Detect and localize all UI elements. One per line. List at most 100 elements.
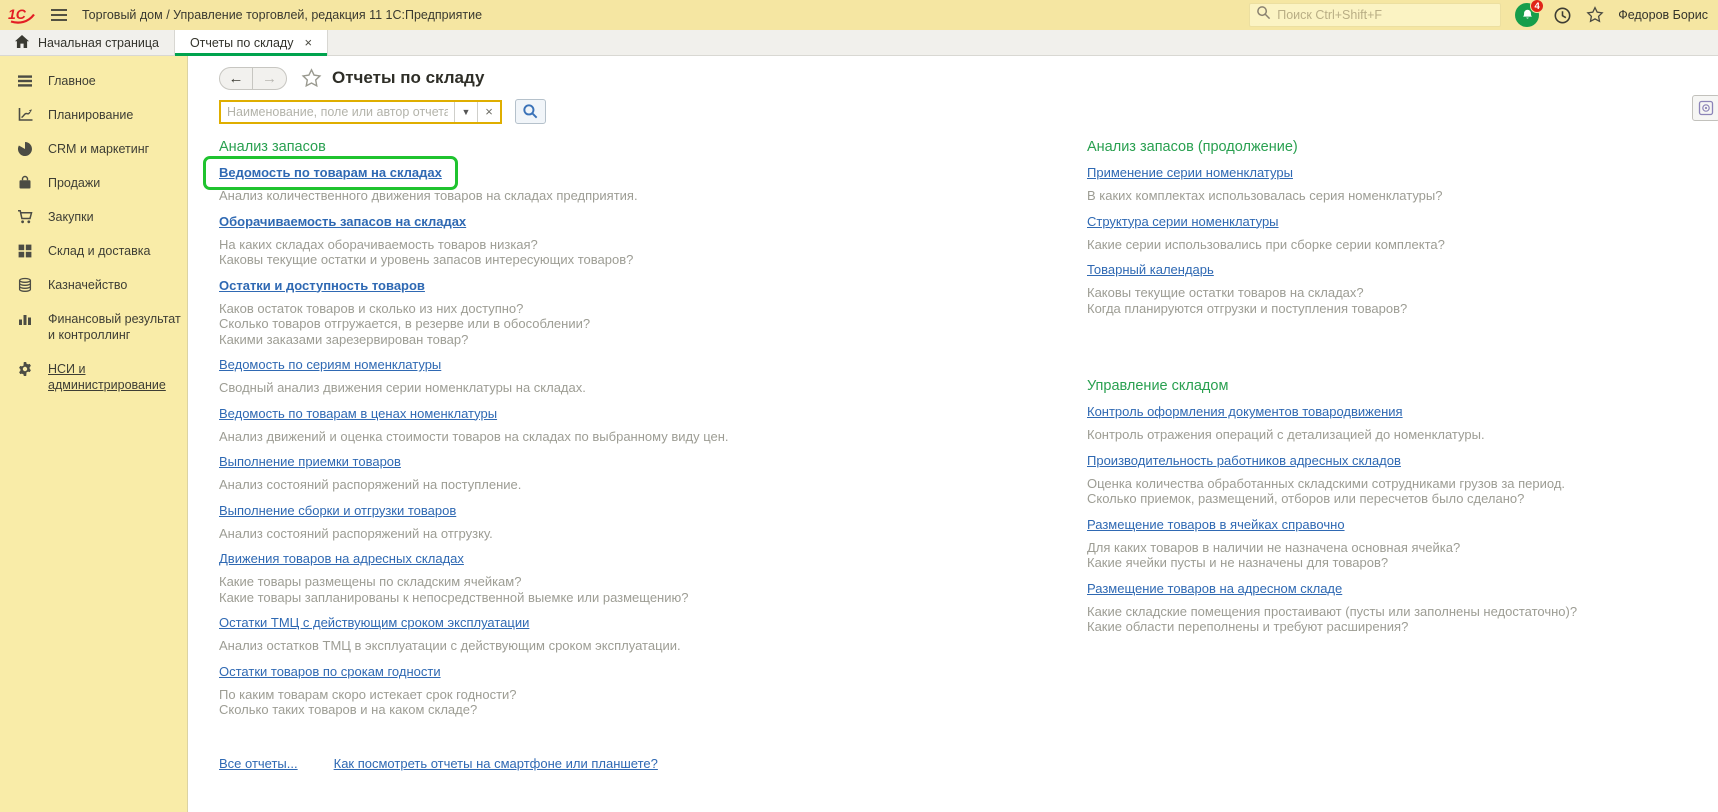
report-link[interactable]: Оборачиваемость запасов на складах: [219, 214, 466, 229]
sidebar-item-label: Финансовый результат и контроллинг: [48, 311, 181, 343]
report-link[interactable]: Товарный календарь: [1087, 262, 1214, 277]
run-search-button[interactable]: [515, 99, 546, 124]
report-settings-icon[interactable]: [1692, 95, 1718, 121]
report-description: Для каких товаров в наличии не назначена…: [1087, 540, 1718, 571]
filter-clear-icon[interactable]: ×: [477, 102, 500, 122]
filter-dropdown-icon[interactable]: ▼: [454, 102, 477, 122]
report-item: Выполнение сборки и отгрузки товаров Ана…: [219, 502, 1087, 542]
sidebar-item[interactable]: CRM и маркетинг: [0, 132, 187, 166]
home-icon: [15, 35, 29, 51]
report-link[interactable]: Структура серии номенклатуры: [1087, 214, 1279, 229]
report-description: Анализ состояний распоряжений на поступл…: [219, 477, 1087, 493]
report-item: Ведомость по товарам на складах Анализ к…: [219, 164, 1087, 204]
bag-icon: [17, 175, 33, 191]
history-icon[interactable]: [1553, 6, 1572, 25]
report-settings-corner-button[interactable]: Н: [1692, 95, 1718, 121]
sidebar-item[interactable]: Продажи: [0, 166, 187, 200]
add-to-favorites-star-icon[interactable]: [301, 68, 322, 89]
sidebar-item[interactable]: Планирование: [0, 98, 187, 132]
report-link[interactable]: Остатки ТМЦ с действующим сроком эксплуа…: [219, 615, 529, 630]
footer-link[interactable]: Все отчеты...: [219, 756, 298, 771]
sidebar-item[interactable]: Склад и доставка: [0, 234, 187, 268]
tab-warehouse-reports[interactable]: Отчеты по складу ×: [175, 30, 328, 55]
sidebar-item[interactable]: Главное: [0, 64, 187, 98]
report-link[interactable]: Остатки и доступность товаров: [219, 278, 425, 293]
section-header: Анализ запасов (продолжение): [1087, 139, 1718, 155]
report-description: Каков остаток товаров и сколько из них д…: [219, 301, 1087, 348]
coins-icon: [17, 277, 33, 293]
global-search-input[interactable]: [1277, 8, 1494, 22]
report-link[interactable]: Размещение товаров в ячейках справочно: [1087, 517, 1345, 532]
report-item: Ведомость по товарам в ценах номенклатур…: [219, 405, 1087, 445]
tab-bar: Начальная страница Отчеты по складу ×: [0, 30, 1718, 56]
report-link[interactable]: Ведомость по товарам на складах: [219, 165, 442, 180]
1c-logo-icon[interactable]: 1С: [8, 6, 36, 24]
highlight-box: Остатки товаров по срокам годности: [219, 663, 441, 681]
sidebar-item-label: Главное: [48, 73, 96, 89]
sidebar-item[interactable]: НСИ и администрирование: [0, 352, 187, 402]
bar-chart-icon: [17, 311, 33, 327]
main-menu-icon[interactable]: [50, 8, 68, 22]
report-item: Остатки ТМЦ с действующим сроком эксплуа…: [219, 614, 1087, 654]
sidebar: Главное Планирование CRM и маркетинг Про…: [0, 56, 188, 812]
svg-text:1С: 1С: [8, 6, 27, 22]
report-item: Товарный календарь Каковы текущие остатк…: [1087, 261, 1718, 316]
highlight-box: Оборачиваемость запасов на складах: [219, 213, 466, 231]
report-description: Каковы текущие остатки товаров на склада…: [1087, 285, 1718, 316]
highlight-box: Выполнение приемки товаров: [219, 453, 401, 471]
sidebar-item-label: Казначейство: [48, 277, 127, 293]
report-item: Контроль оформления документов товародви…: [1087, 403, 1718, 443]
footer-links: Все отчеты... Как посмотреть отчеты на с…: [219, 756, 1087, 771]
report-item: Ведомость по сериям номенклатуры Сводный…: [219, 356, 1087, 396]
report-link[interactable]: Применение серии номенклатуры: [1087, 165, 1293, 180]
forward-button[interactable]: →: [253, 68, 286, 89]
global-search[interactable]: [1249, 3, 1501, 27]
sidebar-item-label: НСИ и администрирование: [48, 361, 181, 393]
report-filter: ▼ ×: [219, 100, 502, 124]
highlight-box: Ведомость по товарам в ценах номенклатур…: [219, 405, 497, 423]
sidebar-item[interactable]: Закупки: [0, 200, 187, 234]
highlight-box: Ведомость по сериям номенклатуры: [219, 356, 441, 374]
navigation-buttons: ← →: [219, 67, 287, 90]
report-item: Применение серии номенклатуры В каких ко…: [1087, 164, 1718, 204]
report-link[interactable]: Остатки товаров по срокам годности: [219, 664, 441, 679]
search-icon: [1256, 5, 1271, 25]
sidebar-item-label: Склад и доставка: [48, 243, 150, 259]
report-link[interactable]: Размещение товаров на адресном складе: [1087, 581, 1342, 596]
back-button[interactable]: ←: [220, 68, 253, 89]
close-tab-icon[interactable]: ×: [304, 35, 312, 50]
report-link[interactable]: Ведомость по сериям номенклатуры: [219, 357, 441, 372]
tab-label: Начальная страница: [38, 36, 159, 50]
section-header: Анализ запасов: [219, 139, 1087, 155]
app-title: Торговый дом / Управление торговлей, ред…: [82, 8, 482, 22]
notification-badge: 4: [1530, 0, 1544, 13]
report-item: Размещение товаров в ячейках справочно Д…: [1087, 516, 1718, 571]
favorites-star-icon[interactable]: [1586, 6, 1604, 24]
tab-home-page[interactable]: Начальная страница: [0, 30, 175, 55]
current-user[interactable]: Федоров Борис: [1618, 8, 1708, 22]
footer-link[interactable]: Как посмотреть отчеты на смартфоне или п…: [334, 756, 658, 771]
notifications-button[interactable]: 4: [1515, 3, 1539, 27]
sidebar-item-label: Продажи: [48, 175, 100, 191]
report-link[interactable]: Контроль оформления документов товародви…: [1087, 404, 1403, 419]
report-item: Производительность работников адресных с…: [1087, 452, 1718, 507]
report-item: Оборачиваемость запасов на складах На ка…: [219, 213, 1087, 268]
report-item: Движения товаров на адресных складах Как…: [219, 550, 1087, 605]
report-link[interactable]: Движения товаров на адресных складах: [219, 551, 464, 566]
sidebar-item[interactable]: Казначейство: [0, 268, 187, 302]
report-filter-input[interactable]: [221, 102, 454, 122]
report-link[interactable]: Выполнение сборки и отгрузки товаров: [219, 503, 456, 518]
sidebar-item-label: Закупки: [48, 209, 94, 225]
cart-icon: [17, 209, 33, 225]
report-link[interactable]: Ведомость по товарам в ценах номенклатур…: [219, 406, 497, 421]
section-header: Управление складом: [1087, 378, 1718, 394]
report-link[interactable]: Выполнение приемки товаров: [219, 454, 401, 469]
report-item: Размещение товаров на адресном складе Ка…: [1087, 580, 1718, 635]
report-description: Анализ количественного движения товаров …: [219, 188, 1087, 204]
report-item: Остатки товаров по срокам годности По ка…: [219, 663, 1087, 718]
top-bar: 1С Торговый дом / Управление торговлей, …: [0, 0, 1718, 30]
sidebar-item[interactable]: Финансовый результат и контроллинг: [0, 302, 187, 352]
reports-column-right: Анализ запасов (продолжение) Применение …: [1087, 139, 1718, 771]
report-description: По каким товарам скоро истекает срок год…: [219, 687, 1087, 718]
report-link[interactable]: Производительность работников адресных с…: [1087, 453, 1401, 468]
